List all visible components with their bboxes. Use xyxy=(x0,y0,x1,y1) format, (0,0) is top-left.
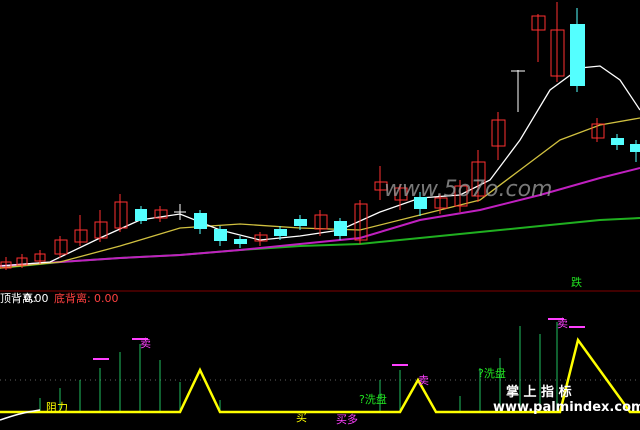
fall-signal: 跌 xyxy=(571,276,582,289)
candle xyxy=(0,257,12,270)
sell-signal: 卖 xyxy=(418,374,429,387)
candle xyxy=(570,8,585,92)
sell-marks xyxy=(93,318,585,366)
candle xyxy=(591,118,605,142)
watermark-site: www.palmindex.com xyxy=(493,400,640,415)
candle xyxy=(630,140,640,162)
top-divergence-value: 0.00 xyxy=(24,292,49,305)
candle xyxy=(214,226,227,246)
wash-signal: ?洗盘 xyxy=(359,393,387,406)
candles xyxy=(0,2,640,270)
candle xyxy=(74,215,88,246)
watermark-brand: 掌 上 指 标 xyxy=(506,385,572,400)
candle xyxy=(174,204,186,220)
wash-signal: ?洗盘 xyxy=(478,367,506,380)
sell-signal: 卖 xyxy=(557,317,568,330)
candle xyxy=(154,206,168,222)
price-panel xyxy=(0,2,640,270)
watermark-center: www.5o7o.com xyxy=(384,177,553,202)
candle xyxy=(491,112,506,160)
candle xyxy=(611,134,624,150)
candle xyxy=(234,236,247,248)
bottom-divergence-value: 0.00 xyxy=(94,292,119,305)
buy-signal: 买 xyxy=(296,411,307,424)
buy-long-signal: 买多 xyxy=(336,413,358,426)
chart-canvas xyxy=(0,2,640,421)
sell-signal: 卖 xyxy=(140,337,151,350)
candle xyxy=(531,14,546,62)
resistance-label: 阻力 xyxy=(46,401,68,414)
candle xyxy=(194,210,207,234)
candle xyxy=(334,218,347,240)
candle xyxy=(550,2,565,82)
candle xyxy=(511,70,525,112)
bottom-divergence-label: 底背离: xyxy=(54,292,91,305)
